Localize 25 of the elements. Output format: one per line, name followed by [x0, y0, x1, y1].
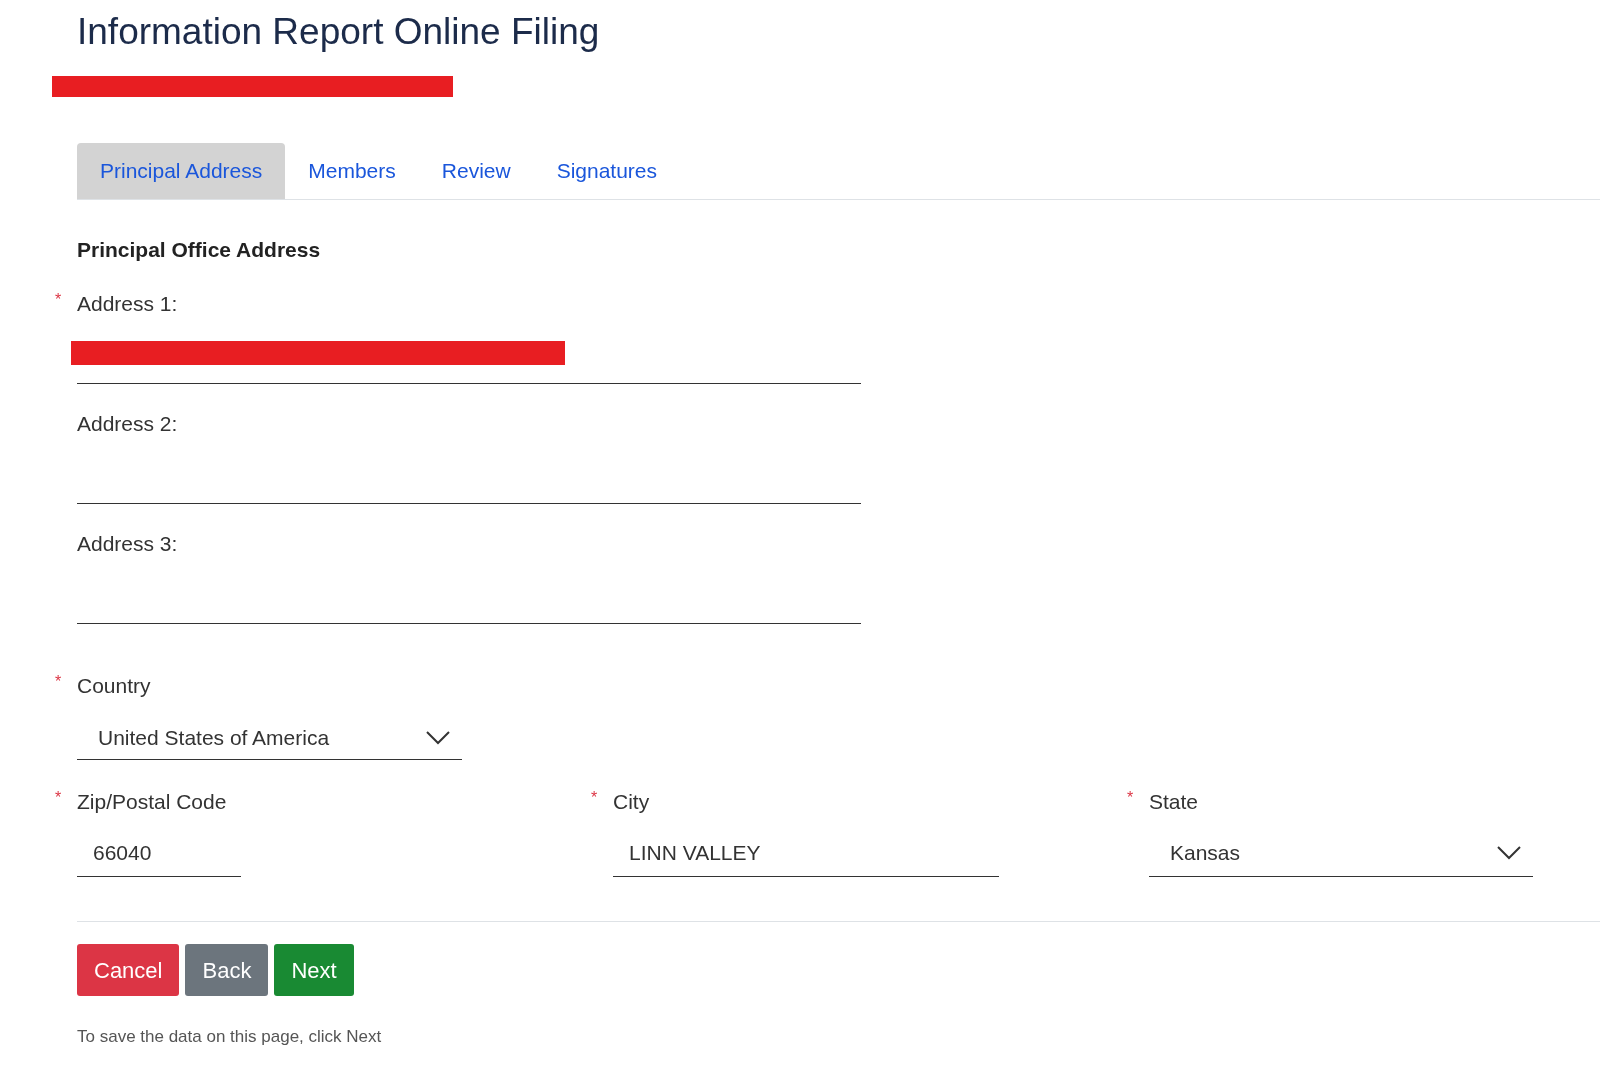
required-asterisk: * [55, 672, 62, 692]
field-label: Country [77, 673, 151, 700]
action-button[interactable]: Back [185, 944, 269, 996]
chevron-down-icon [426, 730, 450, 745]
tab[interactable]: Principal Address [77, 143, 286, 199]
field-label: State [1149, 789, 1199, 816]
field-label: Address 1: [77, 291, 178, 318]
country-select[interactable]: United States of America [77, 716, 462, 760]
required-asterisk: * [55, 290, 62, 310]
required-asterisk: * [591, 788, 598, 808]
field-label: Zip/Postal Code [77, 789, 227, 816]
required-asterisk: * [1127, 788, 1134, 808]
help-text: To save the data on this page, click Next [77, 1026, 383, 1048]
section-title: Principal Office Address [77, 237, 322, 263]
field-label: Address 2: [77, 411, 178, 438]
input-field[interactable]: 66040 [77, 829, 241, 877]
state-select[interactable]: Kansas [1149, 829, 1533, 877]
action-button[interactable]: Next [274, 944, 354, 996]
required-asterisk: * [55, 788, 62, 808]
chevron-down-icon [1497, 845, 1521, 860]
input-field[interactable]: LINN VALLEY [613, 829, 999, 877]
field-label: City [613, 789, 650, 816]
action-button[interactable]: Cancel [77, 944, 180, 996]
page-title: Information Report Online Filing [77, 10, 601, 54]
field-label: Address 3: [77, 531, 178, 558]
